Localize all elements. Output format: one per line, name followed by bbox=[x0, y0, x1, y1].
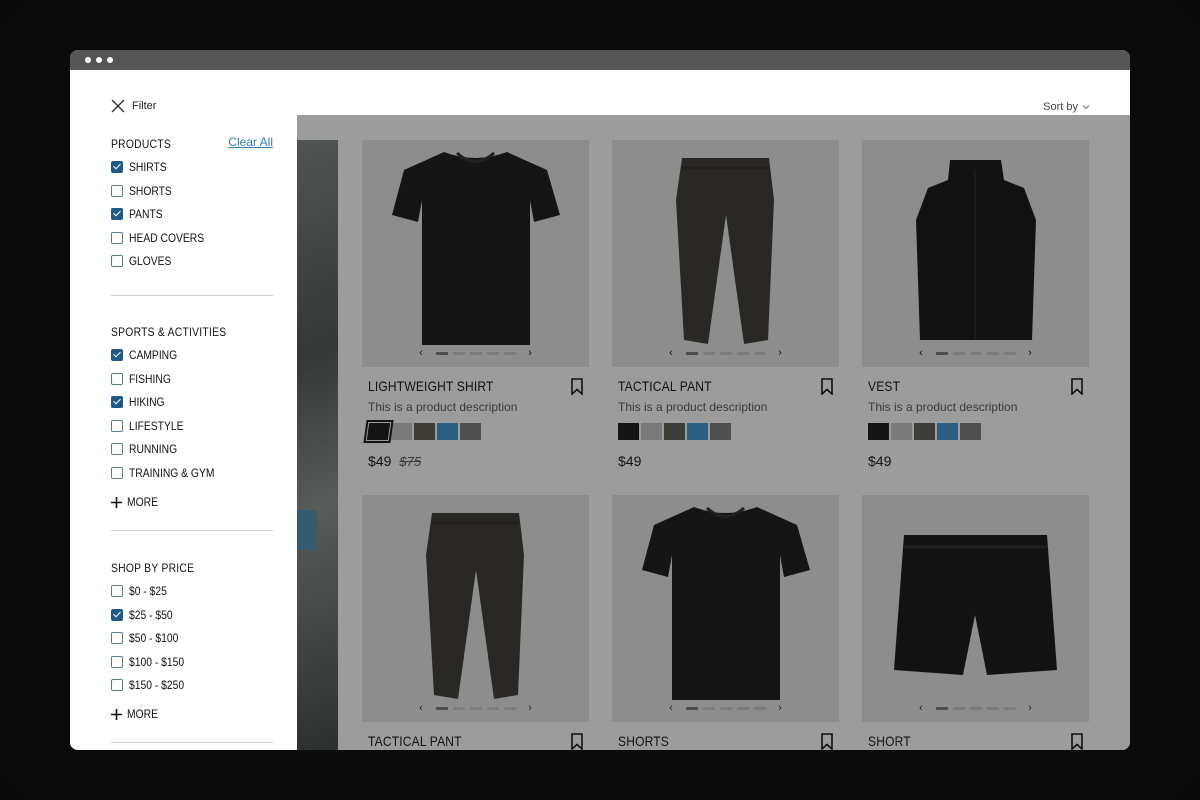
checkbox[interactable] bbox=[111, 255, 123, 268]
title-bar bbox=[70, 50, 1130, 70]
filter-option-label: HEAD COVERS bbox=[129, 230, 205, 245]
divider bbox=[111, 295, 273, 296]
filter-option-label: $50 - $100 bbox=[129, 631, 179, 646]
products-section: PRODUCTS Clear All SHIRTS SHORTS PANTS HEAD… bbox=[111, 135, 273, 268]
plus-icon bbox=[111, 708, 122, 720]
divider bbox=[111, 742, 273, 743]
filter-option-products[interactable]: HEAD COVERS bbox=[111, 231, 216, 245]
section-title-sports: SPORTS & ACTIVITIES bbox=[111, 325, 227, 339]
sports-section: SPORTS & ACTIVITIES CAMPING FISHING HIKING… bbox=[111, 325, 273, 509]
filter-option-products[interactable]: GLOVES bbox=[111, 254, 178, 268]
window-dot[interactable] bbox=[96, 57, 102, 63]
filter-option-label: TRAINING & GYM bbox=[129, 466, 215, 480]
sort-by-label: Sort by bbox=[1043, 101, 1078, 113]
checkbox[interactable] bbox=[111, 608, 123, 621]
filter-option-price[interactable]: $100 - $150 bbox=[111, 655, 193, 669]
sort-by-dropdown[interactable]: Sort by bbox=[1043, 101, 1090, 113]
checkbox[interactable] bbox=[111, 231, 123, 244]
filter-option-label: $0 - $25 bbox=[129, 584, 167, 598]
device-frame: Sort by ‹ › LIGHTWEIGHT SHIRT This is a pro… bbox=[0, 0, 1200, 800]
more-sports-button[interactable]: MORE bbox=[111, 495, 163, 509]
checkbox[interactable] bbox=[111, 632, 123, 645]
window-dot[interactable] bbox=[107, 57, 113, 63]
checkbox[interactable] bbox=[111, 467, 123, 479]
filter-option-price[interactable]: $25 - $50 bbox=[111, 608, 180, 622]
checkbox[interactable] bbox=[111, 161, 123, 173]
filter-option-products[interactable]: PANTS bbox=[111, 207, 168, 221]
filter-option-sports[interactable]: CAMPING bbox=[111, 348, 185, 362]
filter-header: Filter bbox=[111, 99, 156, 113]
filter-panel: Filter PRODUCTS Clear All SHIRTS SHORTS PA… bbox=[70, 70, 297, 750]
checkbox[interactable] bbox=[111, 419, 123, 432]
more-label: MORE bbox=[127, 707, 158, 721]
window-dot[interactable] bbox=[85, 57, 91, 63]
filter-title: Filter bbox=[132, 100, 157, 112]
checkbox[interactable] bbox=[111, 443, 123, 456]
filter-option-label: $100 - $150 bbox=[129, 654, 185, 669]
filter-option-label: GLOVES bbox=[129, 254, 172, 269]
filter-option-label: $150 - $250 bbox=[129, 678, 185, 693]
checkbox[interactable] bbox=[111, 655, 123, 668]
dim-overlay[interactable] bbox=[297, 115, 1130, 750]
filter-option-products[interactable]: SHIRTS bbox=[111, 160, 173, 174]
checkbox[interactable] bbox=[111, 208, 123, 221]
filter-option-label: SHORTS bbox=[129, 183, 172, 198]
checkbox[interactable] bbox=[111, 585, 123, 597]
more-price-button[interactable]: MORE bbox=[111, 707, 163, 721]
filter-option-label: $25 - $50 bbox=[129, 607, 173, 622]
more-label: MORE bbox=[127, 495, 158, 509]
filter-option-label: RUNNING bbox=[129, 442, 178, 457]
filter-option-sports[interactable]: HIKING bbox=[111, 395, 170, 409]
filter-option-price[interactable]: $0 - $25 bbox=[111, 584, 173, 598]
browser-window: Sort by ‹ › LIGHTWEIGHT SHIRT This is a pro… bbox=[70, 50, 1130, 750]
checkbox[interactable] bbox=[111, 372, 123, 385]
filter-option-label: HIKING bbox=[129, 395, 165, 410]
clear-all-link[interactable]: Clear All bbox=[228, 135, 273, 149]
filter-option-label: CAMPING bbox=[129, 348, 178, 362]
filter-option-label: FISHING bbox=[129, 371, 171, 386]
checkbox[interactable] bbox=[111, 679, 123, 692]
chevron-down-icon bbox=[1082, 105, 1090, 110]
page: Sort by ‹ › LIGHTWEIGHT SHIRT This is a pro… bbox=[70, 70, 1130, 750]
filter-option-label: SHIRTS bbox=[129, 160, 167, 174]
plus-icon bbox=[111, 496, 122, 508]
section-title-price: SHOP BY PRICE bbox=[111, 561, 195, 575]
filter-option-label: PANTS bbox=[129, 207, 163, 222]
filter-option-sports[interactable]: FISHING bbox=[111, 372, 178, 386]
filter-option-sports[interactable]: TRAINING & GYM bbox=[111, 466, 228, 480]
product-listing: ‹ › LIGHTWEIGHT SHIRT This is a product des… bbox=[297, 115, 1130, 750]
filter-option-label: LIFESTYLE bbox=[129, 418, 184, 433]
filter-option-price[interactable]: $50 - $100 bbox=[111, 631, 186, 645]
close-icon[interactable] bbox=[111, 99, 125, 113]
divider bbox=[111, 530, 273, 531]
checkbox[interactable] bbox=[111, 184, 123, 197]
checkbox[interactable] bbox=[111, 349, 123, 361]
filter-option-sports[interactable]: RUNNING bbox=[111, 442, 185, 456]
filter-option-products[interactable]: SHORTS bbox=[111, 184, 179, 198]
filter-option-sports[interactable]: LIFESTYLE bbox=[111, 419, 192, 433]
filter-option-price[interactable]: $150 - $250 bbox=[111, 678, 193, 692]
price-section: SHOP BY PRICE $0 - $25 $25 - $50 $50 - $10… bbox=[111, 561, 273, 721]
checkbox[interactable] bbox=[111, 396, 123, 409]
